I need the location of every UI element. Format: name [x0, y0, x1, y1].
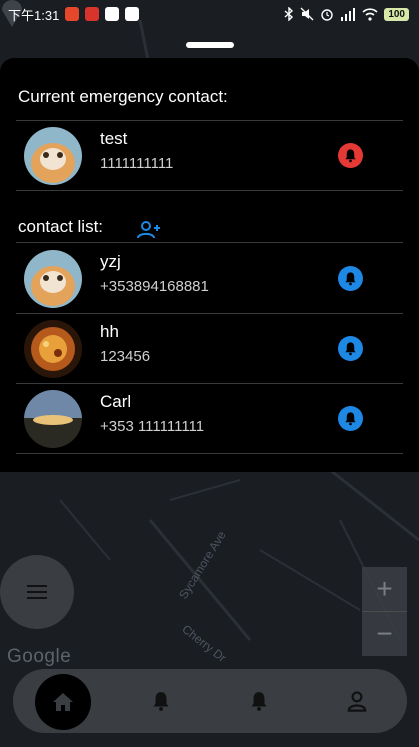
contact-list-title: contact list: [18, 217, 104, 236]
person-icon[interactable] [346, 690, 368, 712]
alarm-icon [321, 9, 334, 21]
signal-icon [341, 7, 356, 21]
divider [16, 190, 403, 191]
wifi-icon [362, 7, 378, 21]
news-app-icon [85, 7, 100, 21]
bell-icon [345, 342, 356, 356]
home-icon [53, 693, 73, 711]
contact-row[interactable]: yzj +353894168881 [16, 243, 403, 313]
google-attribution: Google [7, 646, 72, 667]
avatar [24, 390, 82, 448]
p-app-icon [125, 7, 140, 21]
add-contact-icon[interactable] [136, 220, 162, 240]
mute-icon [300, 7, 314, 21]
contact-name: Carl [100, 392, 132, 411]
menu-button[interactable] [0, 555, 74, 629]
bell-icon [345, 272, 356, 286]
zoom-controls: + − [362, 567, 407, 656]
bell-icon[interactable] [150, 690, 172, 712]
contact-phone: 123456 [100, 348, 151, 365]
zoom-out-button[interactable]: − [362, 612, 407, 656]
alert-bell-button[interactable] [338, 266, 363, 291]
contact-name: yzj [100, 252, 121, 271]
divider [16, 453, 403, 454]
contact-name: test [100, 129, 128, 148]
emergency-contact-row[interactable]: test 1111111111 [16, 120, 403, 190]
bluetooth-icon [284, 7, 294, 21]
bell-icon [345, 412, 356, 426]
contact-row[interactable]: Carl +353 111111111 [16, 383, 403, 453]
sheet-drag-handle[interactable] [186, 42, 234, 48]
emergency-contact-title: Current emergency contact: [18, 87, 228, 106]
maps-app-icon [105, 7, 120, 21]
alert-bell-button[interactable] [338, 143, 363, 168]
status-bar: 下午1:31 100 [0, 0, 419, 28]
mi-app-icon [65, 7, 80, 21]
nav-home-button[interactable] [35, 674, 91, 730]
alert-bell-button[interactable] [338, 406, 363, 431]
battery-indicator: 100 [384, 7, 409, 21]
bell-icon[interactable] [248, 690, 270, 712]
status-icons: 100 [284, 7, 409, 21]
avatar [24, 250, 82, 308]
alert-bell-button[interactable] [338, 336, 363, 361]
contact-name: hh [100, 322, 119, 341]
hamburger-icon [27, 581, 47, 603]
zoom-in-button[interactable]: + [362, 567, 407, 611]
contact-phone: +353894168881 [100, 278, 209, 295]
contact-row[interactable]: hh 123456 [16, 313, 403, 383]
avatar [24, 320, 82, 378]
contact-phone: 1111111111 [100, 155, 174, 172]
bell-icon [345, 149, 356, 163]
contact-phone: +353 111111111 [100, 418, 205, 435]
status-time: 下午1:31 [8, 7, 60, 23]
avatar [24, 127, 82, 185]
